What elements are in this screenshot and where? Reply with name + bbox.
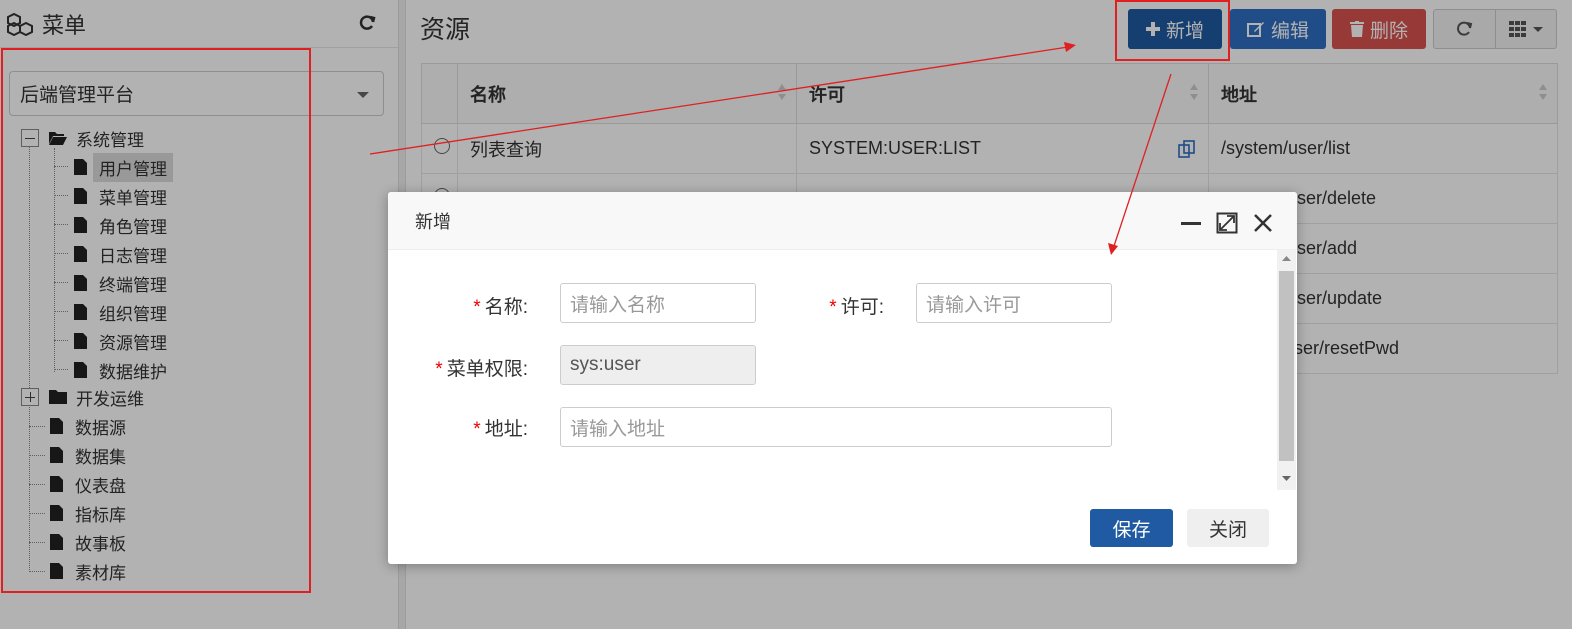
annotation-arrows xyxy=(369,42,1172,255)
